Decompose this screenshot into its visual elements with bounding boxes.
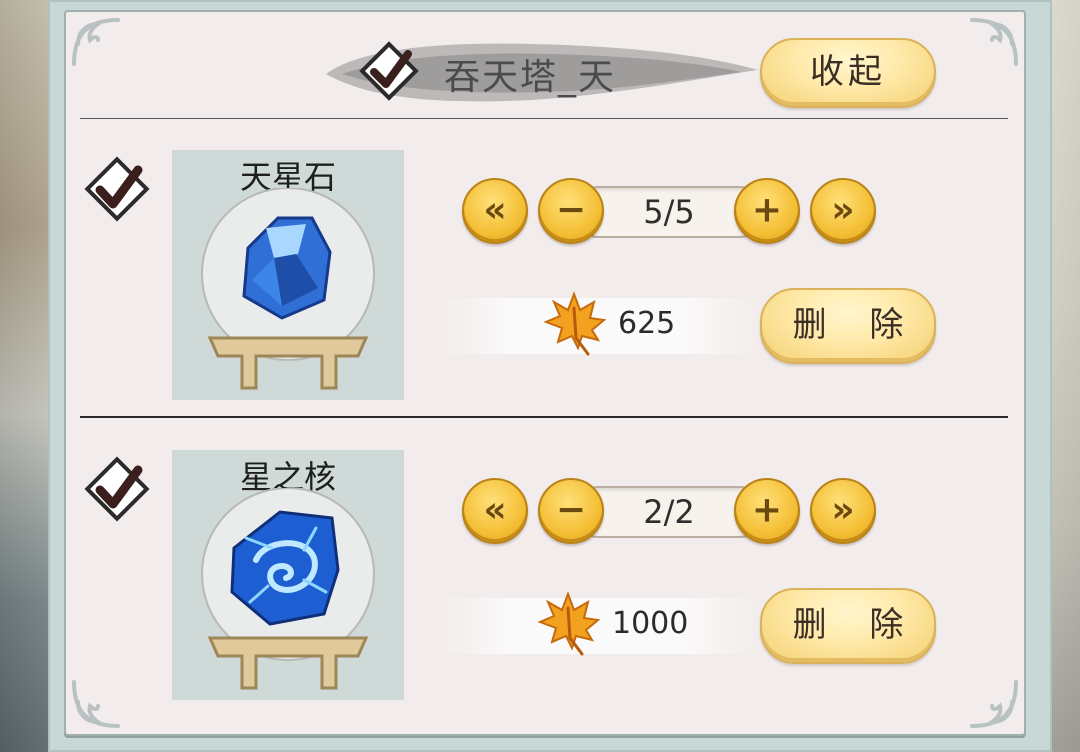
item-select-checkbox[interactable] [80, 452, 154, 526]
item-select-checkbox[interactable] [80, 152, 154, 226]
min-quantity-button[interactable]: « [462, 178, 528, 244]
backdrop-right [1050, 0, 1080, 752]
header-check-icon[interactable] [356, 38, 422, 104]
min-quantity-button[interactable]: « [462, 478, 528, 544]
blue-crystal-icon [186, 187, 390, 396]
item-card: 天星石 [172, 150, 404, 400]
max-quantity-button[interactable]: » [810, 478, 876, 544]
item-price: 625 [618, 306, 676, 341]
divider [80, 416, 1008, 418]
maple-leaf-icon [532, 588, 602, 658]
decrement-button[interactable]: − [538, 178, 604, 244]
star-core-icon [186, 487, 390, 696]
divider [80, 118, 1008, 119]
corner-ornament-icon [966, 676, 1022, 732]
item-card: 星之核 [172, 450, 404, 700]
increment-button[interactable]: + [734, 178, 800, 244]
max-quantity-button[interactable]: » [810, 178, 876, 244]
corner-ornament-icon [68, 14, 124, 70]
maple-leaf-icon [538, 288, 608, 358]
item-price: 1000 [612, 606, 689, 641]
collapse-button[interactable]: 收起 [760, 38, 936, 108]
shop-panel: 吞天塔_天 收起 天星石 « 5/5 − + » 625 删 除 星之核 « 2… [64, 10, 1026, 736]
decrement-button[interactable]: − [538, 478, 604, 544]
corner-ornament-icon [966, 14, 1022, 70]
backdrop-left [0, 0, 48, 752]
corner-ornament-icon [68, 676, 124, 732]
delete-button[interactable]: 删 除 [760, 588, 936, 664]
delete-button[interactable]: 删 除 [760, 288, 936, 364]
increment-button[interactable]: + [734, 478, 800, 544]
panel-title: 吞天塔_天 [444, 57, 617, 98]
